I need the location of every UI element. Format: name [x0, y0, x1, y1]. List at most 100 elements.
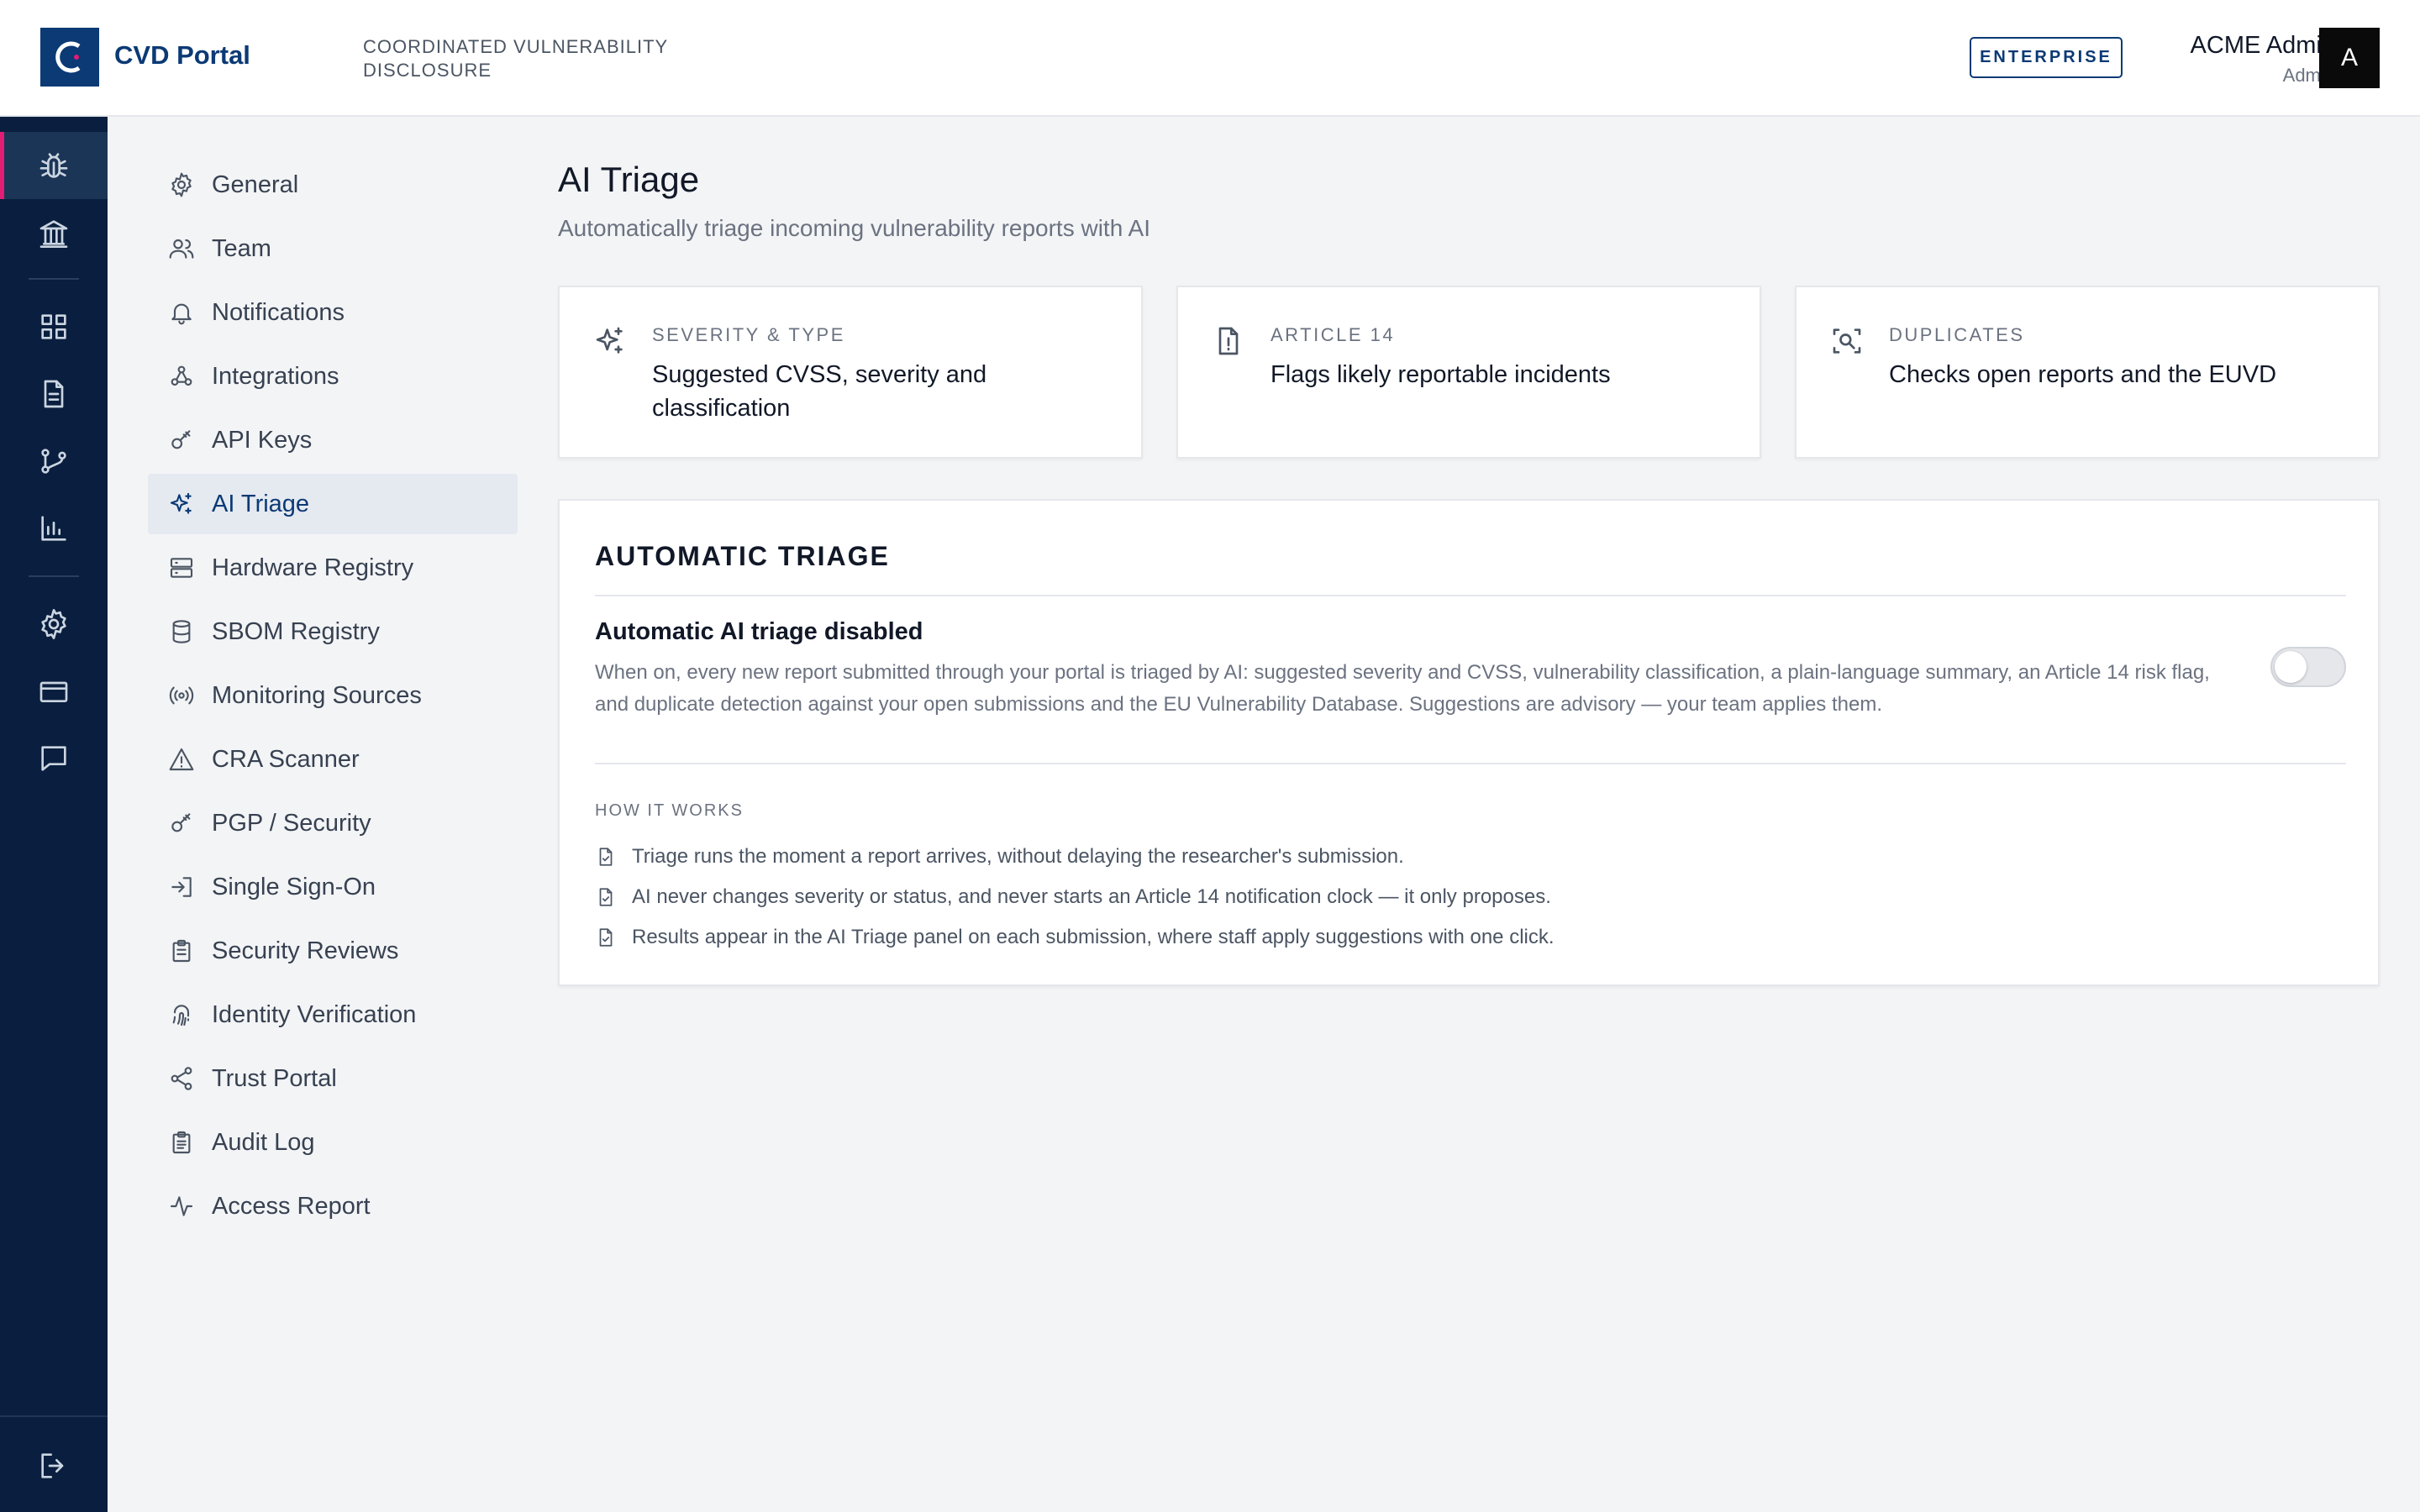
- key-icon: [171, 813, 191, 832]
- nav-item-label: Identity Verification: [212, 1000, 417, 1028]
- clipboard-list-icon: [172, 1131, 191, 1154]
- card-text: Flags likely reportable incidents: [1270, 361, 1611, 388]
- app-header: CVD Portal COORDINATED VULNERABILITY DIS…: [0, 0, 2420, 117]
- nav-item-label: CRA Scanner: [212, 745, 360, 773]
- app-name[interactable]: CVD Portal: [114, 40, 250, 71]
- nav-item-label: Integrations: [212, 362, 339, 390]
- setting-description: When on, every new report submitted thro…: [595, 661, 2210, 716]
- server-icon: [170, 558, 193, 578]
- nav-item-label: Security Reviews: [212, 937, 399, 964]
- feature-card-article-14: ARTICLE 14 Flags likely reportable incid…: [1176, 286, 1761, 459]
- file-check-icon: [599, 928, 613, 947]
- file-check-icon: [599, 888, 613, 906]
- branch-icon: [41, 449, 66, 474]
- nav-item-label: Audit Log: [212, 1128, 315, 1156]
- card-kicker: SEVERITY & TYPE: [652, 324, 845, 345]
- nav-item-pgp-security[interactable]: PGP / Security: [148, 793, 518, 853]
- nav-item-api-keys[interactable]: API Keys: [148, 410, 518, 470]
- rail-item-organisation[interactable]: [0, 199, 108, 266]
- app-subtitle: COORDINATED VULNERABILITY DISCLOSURE: [363, 36, 668, 81]
- rail-item-workflows[interactable]: [0, 428, 108, 495]
- rail-separator: [29, 278, 79, 280]
- rail-separator: [0, 1415, 108, 1417]
- nav-item-audit-log[interactable]: Audit Log: [148, 1112, 518, 1173]
- chart-icon: [41, 516, 66, 541]
- toggle-knob: [2275, 651, 2307, 683]
- setting-title: Automatic AI triage disabled: [595, 618, 923, 645]
- scan-search-icon: [1833, 328, 1861, 354]
- nav-item-ai-triage[interactable]: AI Triage: [148, 474, 518, 534]
- card-kicker: ARTICLE 14: [1270, 324, 1396, 345]
- nav-item-trust-portal[interactable]: Trust Portal: [148, 1048, 518, 1109]
- warning-icon: [169, 748, 194, 771]
- how-it-works-text: AI never changes severity or status, and…: [632, 885, 1551, 908]
- clipboard-icon: [172, 939, 191, 963]
- feature-card-severity: SEVERITY & TYPE Suggested CVSS, severity…: [558, 286, 1143, 459]
- nav-item-label: SBOM Registry: [212, 617, 380, 645]
- radio-icon: [169, 686, 194, 705]
- page-title: AI Triage: [558, 160, 700, 199]
- how-it-works-item: Results appear in the AI Triage panel on…: [595, 922, 1555, 953]
- nav-item-integrations[interactable]: Integrations: [148, 346, 518, 407]
- logout-icon: [41, 1453, 64, 1478]
- nav-item-label: Monitoring Sources: [212, 681, 422, 709]
- nav-item-sbom-registry[interactable]: SBOM Registry: [148, 601, 518, 662]
- auto-triage-toggle[interactable]: [2270, 647, 2346, 687]
- bank-icon: [39, 220, 68, 248]
- file-check-icon: [599, 848, 613, 866]
- webhook-icon: [171, 365, 192, 386]
- nav-item-label: Notifications: [212, 298, 345, 326]
- login-icon: [171, 877, 192, 897]
- rail-item-logout[interactable]: [0, 1432, 108, 1499]
- settings-nav: General Team Notifications Integrations …: [148, 155, 518, 1240]
- activity-icon: [170, 1196, 193, 1216]
- rail-item-dashboard[interactable]: [0, 293, 108, 360]
- sparkles-icon: [596, 327, 623, 354]
- bug-icon: [39, 153, 68, 178]
- nav-item-notifications[interactable]: Notifications: [148, 282, 518, 343]
- nav-item-team[interactable]: Team: [148, 218, 518, 279]
- file-alert-icon: [1218, 327, 1239, 355]
- card-kicker: DUPLICATES: [1889, 324, 2025, 345]
- how-it-works-label: HOW IT WORKS: [595, 801, 744, 820]
- nav-item-hardware-registry[interactable]: Hardware Registry: [148, 538, 518, 598]
- nav-item-label: Single Sign-On: [212, 873, 376, 900]
- how-it-works-item: Triage runs the moment a report arrives,…: [595, 842, 1404, 872]
- nav-item-label: Trust Portal: [212, 1064, 337, 1092]
- share-icon: [171, 1067, 192, 1090]
- card-text: Suggested CVSS, severity and classificat…: [652, 361, 987, 422]
- automatic-triage-panel: AUTOMATIC TRIAGE Automatic AI triage dis…: [558, 499, 2380, 986]
- page-subtitle: Automatically triage incoming vulnerabil…: [558, 215, 1150, 241]
- nav-item-label: AI Triage: [212, 490, 310, 517]
- nav-item-label: Hardware Registry: [212, 554, 414, 581]
- nav-item-cra-scanner[interactable]: CRA Scanner: [148, 729, 518, 790]
- rail-item-settings[interactable]: [0, 591, 108, 658]
- plan-badge: ENTERPRISE: [1970, 37, 2123, 78]
- avatar[interactable]: A: [2319, 28, 2380, 88]
- how-it-works-text: Triage runs the moment a report arrives,…: [632, 845, 1404, 868]
- how-it-works-item: AI never changes severity or status, and…: [595, 882, 1551, 912]
- nav-item-identity-verification[interactable]: Identity Verification: [148, 984, 518, 1045]
- nav-item-monitoring-sources[interactable]: Monitoring Sources: [148, 665, 518, 726]
- card-icon: [39, 681, 68, 702]
- dashboard-icon: [41, 314, 66, 339]
- divider: [595, 763, 2346, 764]
- logo-icon[interactable]: [40, 28, 99, 87]
- rail-item-bug[interactable]: [0, 132, 108, 199]
- rail-item-documents[interactable]: [0, 360, 108, 428]
- bell-icon: [171, 303, 192, 325]
- divider: [595, 595, 2346, 596]
- fingerprint-icon: [172, 1005, 190, 1026]
- feature-card-duplicates: DUPLICATES Checks open reports and the E…: [1795, 286, 2380, 459]
- key-icon: [171, 430, 191, 449]
- nav-item-access-report[interactable]: Access Report: [148, 1176, 518, 1236]
- rail-item-billing[interactable]: [0, 658, 108, 725]
- nav-item-label: Team: [212, 234, 271, 262]
- rail-item-messages[interactable]: [0, 725, 108, 792]
- nav-item-single-sign-on[interactable]: Single Sign-On: [148, 857, 518, 917]
- user-name[interactable]: ACME Admin: [2191, 32, 2335, 60]
- rail-item-analytics[interactable]: [0, 495, 108, 562]
- gear-icon: [171, 172, 192, 197]
- nav-item-security-reviews[interactable]: Security Reviews: [148, 921, 518, 981]
- nav-item-general[interactable]: General: [148, 155, 518, 215]
